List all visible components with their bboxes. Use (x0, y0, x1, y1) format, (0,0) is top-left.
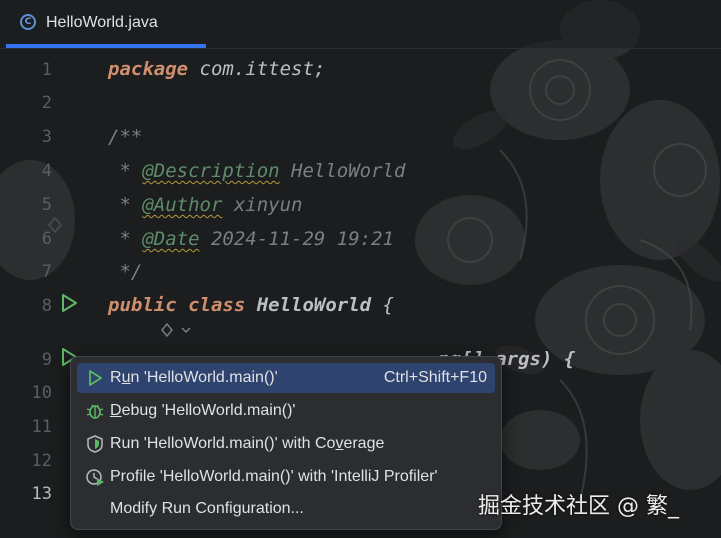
line-number: 4 (41, 161, 52, 181)
code-line-7[interactable]: */ (108, 261, 142, 283)
keyword: public (108, 294, 177, 316)
doc-tag: @Author (142, 194, 223, 216)
java-class-icon: C (20, 14, 36, 30)
coverage-icon (87, 435, 103, 453)
menu-item-label: Run 'HelloWorld.main()' (110, 369, 278, 386)
code-line-6[interactable]: * @Date 2024-11-29 19:21 (108, 228, 394, 250)
code-line-4[interactable]: * @Description HelloWorld (108, 160, 405, 182)
line-number: 1 (41, 60, 52, 80)
comment: HelloWorld (279, 160, 406, 182)
keyword: class (176, 294, 257, 316)
implements-marker-icon (48, 216, 62, 234)
run-icon (89, 370, 102, 386)
menu-item-label: Debug 'HelloWorld.main()' (110, 402, 296, 419)
package-name: com.ittest; (188, 58, 326, 80)
profile-menu-item[interactable]: Profile 'HelloWorld.main()' with 'Intell… (77, 462, 495, 492)
run-with-coverage-menu-item[interactable]: Run 'HelloWorld.main()' with Coverage (77, 429, 495, 459)
comment: * (108, 228, 143, 250)
line-number: 8 (41, 296, 52, 316)
tab-bar-divider (0, 48, 721, 49)
doc-tag: @Description (142, 160, 280, 182)
comment: xinyun (222, 194, 303, 216)
run-context-menu: Run 'HelloWorld.main()' Ctrl+Shift+F10 D… (70, 356, 502, 530)
ai-inlay-icon[interactable] (158, 320, 192, 340)
line-number: 11 (31, 417, 52, 437)
comment: * (108, 194, 143, 216)
class-name: HelloWorld (256, 294, 372, 316)
comment: 2024-11-29 19:21 (199, 228, 394, 250)
menu-item-label: Modify Run Configuration... (110, 500, 304, 517)
editor-tab-bar: C HelloWorld.java (0, 0, 721, 49)
run-main-menu-item[interactable]: Run 'HelloWorld.main()' Ctrl+Shift+F10 (77, 363, 495, 393)
profiler-icon (86, 469, 104, 486)
keyword: package (108, 58, 189, 80)
watermark: 掘金技术社区 @ 繁_ (478, 494, 679, 519)
tab-label: HelloWorld.java (46, 14, 158, 31)
tab-helloworld-java[interactable]: C HelloWorld.java (6, 0, 206, 48)
code-line-5[interactable]: * @Author xinyun (108, 194, 302, 216)
code-line-8[interactable]: public class HelloWorld { (108, 294, 394, 316)
code-line-3[interactable]: /** (108, 126, 142, 148)
line-number: 2 (41, 93, 52, 113)
line-number-current: 13 (31, 484, 52, 504)
line-number: 5 (41, 195, 52, 215)
comment: */ (108, 261, 143, 283)
debug-main-menu-item[interactable]: Debug 'HelloWorld.main()' (77, 396, 495, 426)
modify-run-configuration-menu-item[interactable]: Modify Run Configuration... (77, 494, 495, 524)
line-number: 12 (31, 451, 52, 471)
doc-tag: @Date (142, 228, 200, 250)
line-number: 3 (41, 127, 52, 147)
comment: * (108, 160, 143, 182)
comment: /** (108, 126, 143, 148)
menu-item-shortcut: Ctrl+Shift+F10 (383, 369, 487, 386)
menu-item-label: Run 'HelloWorld.main()' with Coverage (110, 435, 385, 452)
brace: { (371, 294, 394, 316)
code-line-1[interactable]: package com.ittest; (108, 58, 325, 80)
line-number: 9 (41, 350, 52, 370)
menu-item-label: Profile 'HelloWorld.main()' with 'Intell… (110, 468, 438, 485)
debug-icon (86, 404, 104, 419)
line-number: 7 (41, 262, 52, 282)
gutter-run-class-icon[interactable] (58, 292, 80, 314)
line-number: 10 (31, 383, 52, 403)
